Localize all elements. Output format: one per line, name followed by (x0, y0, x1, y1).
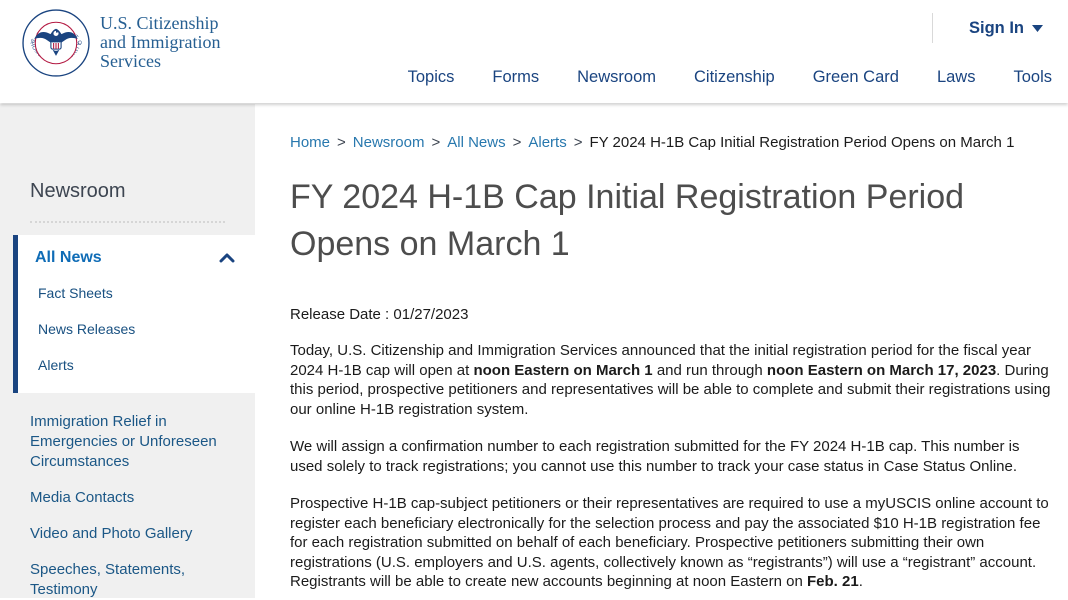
list-item: Alerts (18, 357, 255, 375)
site-header: U.S. DEPARTMENT OF HOMELAND SECURITY U.S… (0, 0, 1068, 103)
breadcrumb-separator: > (513, 134, 522, 151)
sign-in-button[interactable]: Sign In (969, 19, 1043, 38)
paragraph: Today, U.S. Citizenship and Immigration … (290, 341, 1055, 419)
signin-area: Sign In (932, 13, 1043, 43)
sidebar-divider (30, 221, 225, 223)
wordmark-line3: Services (100, 52, 220, 71)
sidebar-item-immigration-relief[interactable]: Immigration Relief in Emergencies or Unf… (30, 412, 220, 472)
nav-item-topics[interactable]: Topics (408, 68, 455, 87)
list-item: Video and Photo Gallery (30, 524, 255, 544)
breadcrumb-home[interactable]: Home (290, 134, 330, 151)
sidebar-item-fact-sheets[interactable]: Fact Sheets (38, 285, 113, 301)
sidebar-heading: Newsroom (30, 180, 255, 203)
list-item: Immigration Relief in Emergencies or Unf… (30, 412, 255, 472)
sidebar-item-video-photo-gallery[interactable]: Video and Photo Gallery (30, 524, 192, 544)
list-item: Fact Sheets (18, 285, 255, 303)
nav-item-green-card[interactable]: Green Card (813, 68, 899, 87)
dhs-seal-icon: U.S. DEPARTMENT OF HOMELAND SECURITY (22, 9, 90, 77)
primary-nav: Topics Forms Newsroom Citizenship Green … (408, 68, 1052, 87)
breadcrumb-separator: > (431, 134, 440, 151)
all-news-row[interactable]: All News (18, 249, 255, 267)
breadcrumb-separator: > (574, 134, 583, 151)
sign-in-label: Sign In (969, 19, 1024, 38)
list-item: Media Contacts (30, 488, 255, 508)
paragraph: Prospective H-1B cap-subject petitioners… (290, 494, 1055, 592)
breadcrumb-current: FY 2024 H-1B Cap Initial Registration Pe… (589, 134, 1014, 151)
article-body: Today, U.S. Citizenship and Immigration … (290, 341, 1055, 592)
nav-item-newsroom[interactable]: Newsroom (577, 68, 656, 87)
chevron-up-icon (219, 253, 235, 263)
paragraph: We will assign a confirmation number to … (290, 437, 1055, 476)
page-body: Newsroom All News Fact Sheets News Relea… (0, 103, 1068, 598)
all-news-section: All News Fact Sheets News Releases Alert… (13, 235, 255, 393)
sidebar-item-alerts[interactable]: Alerts (38, 357, 74, 373)
release-date: Release Date : 01/27/2023 (290, 306, 1055, 323)
breadcrumb-all-news[interactable]: All News (447, 134, 505, 151)
breadcrumb-separator: > (337, 134, 346, 151)
caret-down-icon (1032, 25, 1043, 32)
sidebar-item-all-news[interactable]: All News (35, 249, 102, 267)
article-main: Home > Newsroom > All News > Alerts > FY 2024 H-… (290, 103, 1055, 592)
all-news-subnav: Fact Sheets News Releases Alerts (18, 285, 255, 375)
sidebar-item-news-releases[interactable]: News Releases (38, 321, 135, 337)
wordmark-line2: and Immigration (100, 33, 220, 52)
uscis-home-logo[interactable]: U.S. DEPARTMENT OF HOMELAND SECURITY U.S… (22, 9, 220, 77)
list-item: Speeches, Statements, Testimony (30, 560, 255, 600)
breadcrumb-newsroom[interactable]: Newsroom (353, 134, 425, 151)
wordmark-line1: U.S. Citizenship (100, 14, 220, 33)
nav-item-forms[interactable]: Forms (492, 68, 539, 87)
sidebar-item-media-contacts[interactable]: Media Contacts (30, 488, 134, 508)
newsroom-sidebar: Newsroom All News Fact Sheets News Relea… (0, 104, 255, 598)
nav-item-tools[interactable]: Tools (1013, 68, 1052, 87)
nav-item-citizenship[interactable]: Citizenship (694, 68, 775, 87)
list-item: News Releases (18, 321, 255, 339)
header-divider (932, 13, 933, 43)
sidebar-item-speeches-statements[interactable]: Speeches, Statements, Testimony (30, 560, 220, 600)
breadcrumb: Home > Newsroom > All News > Alerts > FY 2024 H-… (290, 133, 1055, 153)
sidebar-links: Immigration Relief in Emergencies or Unf… (30, 412, 255, 600)
nav-item-laws[interactable]: Laws (937, 68, 976, 87)
uscis-wordmark: U.S. Citizenship and Immigration Service… (100, 14, 220, 71)
page-title: FY 2024 H-1B Cap Initial Registration Pe… (290, 174, 1040, 268)
collapse-all-news-button[interactable] (217, 251, 237, 265)
breadcrumb-alerts[interactable]: Alerts (528, 134, 566, 151)
